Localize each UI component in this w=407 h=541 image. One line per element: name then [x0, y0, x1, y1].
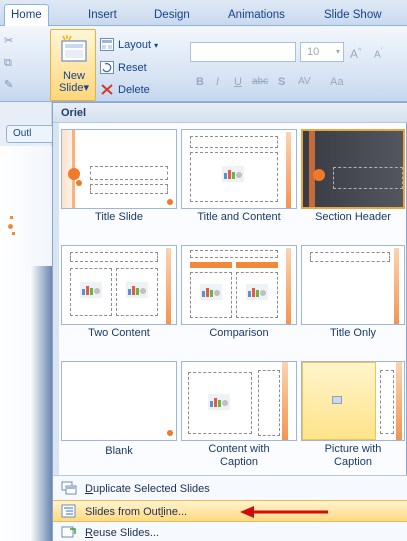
font-size-dropdown-icon[interactable]: ▾: [336, 43, 340, 61]
reset-icon: [100, 61, 114, 74]
underline-button[interactable]: U: [234, 72, 242, 92]
layout-thumbnail: [181, 245, 297, 325]
menu-slides-from-outline[interactable]: Slides from Outline...: [53, 500, 407, 522]
layout-title-only[interactable]: Title Only: [301, 245, 405, 353]
layout-caption: Title Only: [329, 327, 377, 339]
new-slide-icon: [61, 35, 87, 62]
layout-blank[interactable]: Blank: [61, 361, 177, 469]
gallery-gutter: [53, 123, 59, 485]
ribbon-tab-bar: Home Insert Design Animations Slide Show: [0, 0, 407, 27]
layout-caption: Title Slide: [95, 211, 143, 223]
slide-thumbnail-strip: [0, 146, 52, 541]
font-size-field[interactable]: 10 ▾: [300, 42, 344, 62]
font-name-field[interactable]: [190, 42, 296, 62]
layout-caption: Two Content: [88, 327, 150, 339]
new-slide-button[interactable]: New Slide▾: [50, 29, 96, 101]
reset-button[interactable]: Reset: [100, 59, 147, 77]
strikethrough-button[interactable]: abc: [252, 72, 268, 92]
content-placeholder-icon: [200, 284, 222, 300]
layout-thumbnail: [181, 361, 297, 441]
ribbon-home: ✂ ⧉ ✎ d ⌞ New Slide▾ Layout ▾ Reset Dele…: [0, 26, 407, 113]
gallery-theme-header: Oriel: [53, 103, 407, 123]
slide-decoration: [12, 232, 15, 235]
layout-caption: Comparison: [209, 327, 269, 339]
layout-thumbnail: [301, 245, 405, 325]
slide-decoration: [30, 266, 52, 541]
bold-button[interactable]: B: [196, 72, 204, 92]
content-placeholder-icon: [208, 394, 230, 410]
chevron-down-icon: ▾: [83, 82, 89, 94]
pointer-arrow-icon: [240, 506, 328, 518]
tab-design[interactable]: Design: [148, 5, 196, 25]
slide-decoration: [8, 224, 13, 229]
slide-decoration: [10, 216, 13, 219]
layout-icon: [100, 38, 114, 51]
layout-caption: Title and Content: [197, 211, 281, 223]
change-case-button[interactable]: Aa: [330, 72, 343, 92]
layout-button[interactable]: Layout ▾: [100, 36, 158, 54]
character-spacing-button[interactable]: AV: [298, 72, 311, 92]
new-slide-label: New Slide▾: [59, 70, 89, 94]
layout-caption: Section Header: [315, 211, 391, 223]
layout-title-slide[interactable]: Title Slide: [61, 129, 177, 237]
delete-icon: [101, 84, 113, 95]
layout-caption: Content with Caption: [208, 443, 270, 468]
layout-dropdown-icon: ▾: [154, 41, 159, 50]
content-placeholder-icon: [126, 282, 148, 298]
menu-reuse-slides[interactable]: Reuse Slides...: [53, 522, 407, 541]
layout-thumbnail: [61, 245, 177, 325]
tab-animations[interactable]: Animations: [222, 5, 291, 25]
shrink-font-button[interactable]: Aˇ: [374, 42, 396, 62]
content-placeholder-icon: [246, 284, 268, 300]
content-placeholder-icon: [222, 166, 244, 182]
layout-section-header[interactable]: Section Header: [301, 129, 405, 237]
duplicate-slides-icon: [61, 481, 77, 495]
copy-icon[interactable]: ⧉: [4, 52, 44, 74]
layout-picture-with-caption[interactable]: Picture with Caption: [301, 361, 405, 469]
slides-from-outline-icon: [61, 504, 76, 518]
tab-home[interactable]: Home: [4, 4, 49, 27]
outline-tab[interactable]: Outl: [6, 125, 54, 143]
gallery-commands: Duplicate Selected Slides Slides from Ou…: [53, 475, 407, 541]
format-painter-icon[interactable]: ✎: [4, 74, 44, 96]
layout-caption: Blank: [105, 445, 133, 457]
layout-content-with-caption[interactable]: Content with Caption: [181, 361, 297, 469]
layout-caption: Picture with Caption: [324, 443, 382, 468]
layout-two-content[interactable]: Two Content: [61, 245, 177, 353]
cut-icon[interactable]: ✂: [4, 30, 44, 52]
grow-font-button[interactable]: A^: [350, 42, 372, 62]
layout-title-and-content[interactable]: Title and Content: [181, 129, 297, 237]
delete-button[interactable]: Delete: [100, 81, 150, 99]
new-slide-gallery: Oriel Title Slide Title and Content Sect…: [52, 102, 407, 541]
picture-placeholder-icon: [332, 396, 342, 404]
layout-comparison[interactable]: Comparison: [181, 245, 297, 353]
layout-thumbnail: [301, 361, 405, 441]
layout-thumbnail: [61, 361, 177, 441]
tab-insert[interactable]: Insert: [82, 5, 123, 25]
font-format-row: B I U abc S AV Aa: [190, 70, 407, 94]
tab-slide-show[interactable]: Slide Show: [318, 5, 388, 25]
italic-button[interactable]: I: [216, 72, 219, 92]
text-shadow-button[interactable]: S: [278, 72, 285, 92]
content-placeholder-icon: [80, 282, 102, 298]
reuse-slides-icon: [61, 526, 76, 538]
layout-thumbnail: [301, 129, 405, 209]
menu-duplicate-selected-slides[interactable]: Duplicate Selected Slides: [53, 478, 407, 500]
layout-thumbnail: [181, 129, 297, 209]
layout-thumbnail: [61, 129, 177, 209]
